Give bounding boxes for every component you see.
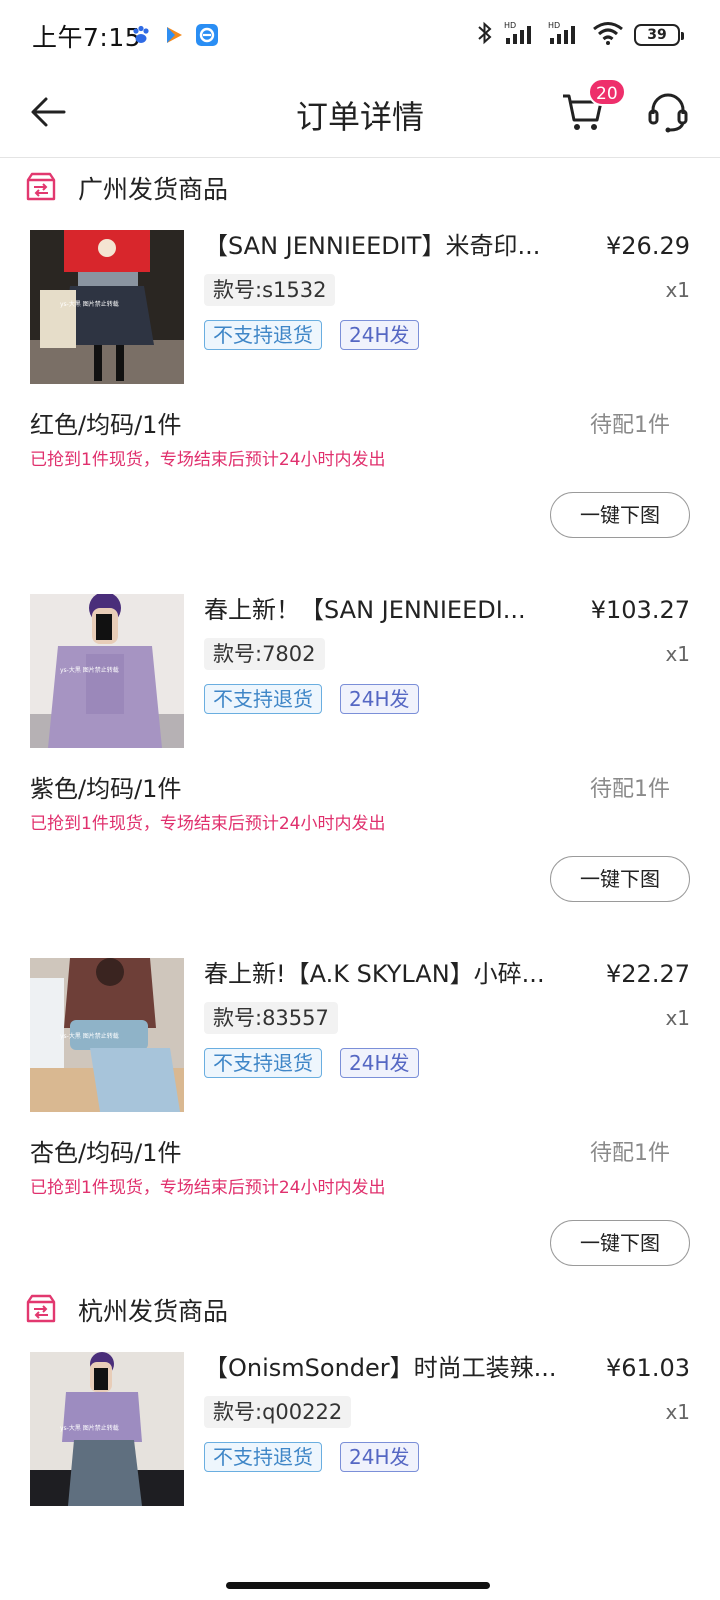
product-quantity: x1 <box>665 278 690 302</box>
stock-note: 已抢到1件现货，专场结束后预计24小时内发出 <box>30 1178 386 1198</box>
product-quantity: x1 <box>665 642 690 666</box>
pending-status: 待配1件 <box>590 777 670 802</box>
stock-note: 已抢到1件现货，专场结束后预计24小时内发出 <box>30 450 386 470</box>
status-bar: 上午7:15 HD HD 39 <box>0 0 720 70</box>
product-item[interactable]: ys-大黑 图片禁止转载 【OnismSonder】时尚工装辣... ¥61.0… <box>0 1342 720 1542</box>
cart-count-badge: 20 <box>588 78 626 106</box>
product-image[interactable]: ys-大黑 图片禁止转载 <box>30 958 184 1112</box>
product-image[interactable]: ys-大黑 图片禁止转载 <box>30 230 184 384</box>
status-time: 上午7:15 <box>32 23 142 52</box>
product-title[interactable]: 春上新!【A.K SKYLAN】小碎... <box>204 958 579 990</box>
svg-text:ys-大黑 图片禁止转载: ys-大黑 图片禁止转载 <box>60 1032 119 1040</box>
pending-status: 待配1件 <box>590 1141 670 1166</box>
product-item[interactable]: ys-大黑 图片禁止转载 【SAN JENNIEEDIT】米奇印... ¥26.… <box>0 220 720 538</box>
ship-24h-tag: 24H发 <box>340 320 419 350</box>
download-images-button[interactable]: 一键下图 <box>550 492 690 538</box>
product-code: 款号:q00222 <box>204 1396 352 1428</box>
product-quantity: x1 <box>665 1006 690 1030</box>
section-header-guangzhou: 广州发货商品 <box>0 158 720 220</box>
battery-icon: 39 <box>634 24 684 46</box>
product-image[interactable]: ys-大黑 图片禁止转载 <box>30 594 184 748</box>
product-quantity: x1 <box>665 1400 690 1424</box>
hd-signal-icon: HD <box>504 20 538 50</box>
product-image[interactable]: ys-大黑 图片禁止转载 <box>30 1352 184 1506</box>
ship-24h-tag: 24H发 <box>340 684 419 714</box>
home-indicator[interactable] <box>226 1582 490 1589</box>
product-code: 款号:7802 <box>204 638 325 670</box>
play-app-icon <box>163 24 185 46</box>
stock-note: 已抢到1件现货，专场结束后预计24小时内发出 <box>30 814 386 834</box>
svg-text:ys-大黑 图片禁止转载: ys-大黑 图片禁止转载 <box>60 300 119 308</box>
battery-level: 39 <box>647 27 667 43</box>
customer-service-icon[interactable] <box>646 90 690 134</box>
product-title[interactable]: 【OnismSonder】时尚工装辣... <box>204 1352 579 1384</box>
product-spec: 红色/均码/1件 <box>30 411 182 439</box>
product-title[interactable]: 春上新！【SAN JENNIEEDI... <box>204 594 579 626</box>
no-return-tag: 不支持退货 <box>204 684 322 714</box>
ship-24h-tag: 24H发 <box>340 1048 419 1078</box>
product-price: ¥26.29 <box>606 232 690 260</box>
no-return-tag: 不支持退货 <box>204 1442 322 1472</box>
product-title[interactable]: 【SAN JENNIEEDIT】米奇印... <box>204 230 579 262</box>
pending-status: 待配1件 <box>590 413 670 438</box>
download-images-button[interactable]: 一键下图 <box>550 1220 690 1266</box>
no-return-tag: 不支持退货 <box>204 1048 322 1078</box>
svg-text:HD: HD <box>548 21 560 30</box>
product-spec: 杏色/均码/1件 <box>30 1139 182 1167</box>
section-title: 杭州发货商品 <box>78 1297 229 1326</box>
product-item[interactable]: ys-大黑 图片禁止转载 春上新！【SAN JENNIEEDI... ¥103.… <box>0 584 720 902</box>
product-code: 款号:s1532 <box>204 274 336 306</box>
status-indicators: HD HD 39 <box>476 20 684 50</box>
svg-text:ys-大黑 图片禁止转载: ys-大黑 图片禁止转载 <box>60 1424 119 1432</box>
bluetooth-icon <box>476 20 494 50</box>
svg-text:ys-大黑 图片禁止转载: ys-大黑 图片禁止转载 <box>60 666 119 674</box>
baidu-paw-icon <box>130 24 152 46</box>
section-header-hangzhou: 杭州发货商品 <box>0 1280 720 1342</box>
svg-text:HD: HD <box>504 21 516 30</box>
order-content: 广州发货商品 ys-大黑 图片禁止转载 【SAN JENNIEEDIT】米奇印.… <box>0 158 720 1542</box>
product-price: ¥103.27 <box>590 596 690 624</box>
product-price: ¥61.03 <box>606 1354 690 1382</box>
ship-24h-tag: 24H发 <box>340 1442 419 1472</box>
browser-app-icon <box>196 24 218 46</box>
shipping-box-icon <box>24 170 58 204</box>
wifi-icon <box>592 20 624 50</box>
product-item[interactable]: ys-大黑 图片禁止转载 春上新!【A.K SKYLAN】小碎... ¥22.2… <box>0 948 720 1266</box>
shipping-box-icon <box>24 1292 58 1326</box>
no-return-tag: 不支持退货 <box>204 320 322 350</box>
section-title: 广州发货商品 <box>78 175 229 204</box>
product-spec: 紫色/均码/1件 <box>30 775 182 803</box>
download-images-button[interactable]: 一键下图 <box>550 856 690 902</box>
product-price: ¥22.27 <box>606 960 690 988</box>
product-code: 款号:83557 <box>204 1002 338 1034</box>
hd-signal-icon: HD <box>548 20 582 50</box>
